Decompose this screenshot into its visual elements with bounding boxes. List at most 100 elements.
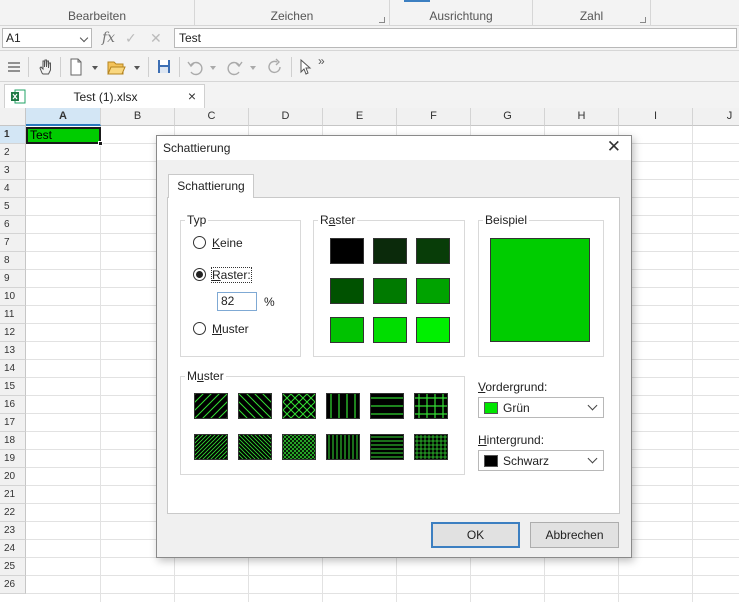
raster-percent-input[interactable]: 82 [217,292,257,311]
row-header[interactable]: 19 [0,450,26,468]
row-header[interactable]: 18 [0,432,26,450]
foreground-color-select[interactable]: Grün [478,397,604,418]
row-header[interactable]: 2 [0,144,26,162]
chevron-down-icon[interactable] [134,66,140,70]
menu-icon[interactable] [6,57,22,77]
raster-swatch[interactable] [416,238,450,264]
chevron-down-icon[interactable] [587,453,598,464]
column-header[interactable]: H [545,108,619,126]
pattern-swatch[interactable] [194,434,228,460]
raster-swatch[interactable] [373,238,407,264]
cancel-icon[interactable]: ✕ [150,30,162,47]
chevron-down-icon[interactable] [79,33,89,43]
pattern-swatch[interactable] [238,393,272,419]
row-header[interactable]: 11 [0,306,26,324]
formula-input[interactable]: Test [174,28,737,48]
raster-swatch[interactable] [373,317,407,343]
row-header[interactable]: 25 [0,558,26,576]
raster-swatch[interactable] [416,278,450,304]
row-header[interactable]: 1 [0,126,26,144]
pattern-swatch[interactable] [414,434,448,460]
hand-icon[interactable] [36,57,54,77]
select-all-corner[interactable] [0,108,26,126]
pattern-swatch[interactable] [282,434,316,460]
row-header[interactable]: 22 [0,504,26,522]
overflow-chevron-icon[interactable]: » [318,54,325,68]
pattern-swatch[interactable] [238,434,272,460]
cell-a1[interactable]: Test [26,127,103,146]
pattern-swatch[interactable] [282,393,316,419]
close-tab-icon[interactable]: × [188,88,196,104]
radio-raster-label[interactable]: Raster: [211,267,252,283]
save-icon[interactable] [156,57,172,77]
radio-keine[interactable] [193,236,206,249]
radio-keine-label[interactable]: Keine [212,236,243,250]
function-icon[interactable]: fx [102,30,115,46]
pattern-swatch[interactable] [414,393,448,419]
pattern-swatch[interactable] [370,434,404,460]
tab-schattierung[interactable]: Schattierung [168,174,254,198]
accept-icon[interactable]: ✓ [125,30,137,47]
column-header[interactable]: D [249,108,323,126]
row-header[interactable]: 4 [0,180,26,198]
row-header[interactable]: 10 [0,288,26,306]
refresh-icon[interactable] [266,57,284,77]
column-header[interactable]: G [471,108,545,126]
dialog-title-bar[interactable]: Schattierung ✕ [157,136,631,160]
row-header[interactable]: 14 [0,360,26,378]
row-header[interactable]: 21 [0,486,26,504]
dialog-launcher-icon[interactable] [379,17,385,23]
row-header[interactable]: 17 [0,414,26,432]
column-header[interactable]: F [397,108,471,126]
chevron-down-icon[interactable] [587,400,598,411]
column-header[interactable]: I [619,108,693,126]
row-header[interactable]: 9 [0,270,26,288]
row-header[interactable]: 15 [0,378,26,396]
fill-handle[interactable] [98,141,103,146]
pattern-swatch[interactable] [326,434,360,460]
row-header[interactable]: 8 [0,252,26,270]
radio-raster[interactable] [193,268,206,281]
row-header[interactable]: 16 [0,396,26,414]
raster-swatch[interactable] [330,317,364,343]
row-header[interactable]: 26 [0,576,26,594]
column-header[interactable]: B [101,108,175,126]
row-header[interactable]: 7 [0,234,26,252]
pattern-swatch[interactable] [326,393,360,419]
row-header[interactable]: 6 [0,216,26,234]
radio-muster[interactable] [193,322,206,335]
row-header[interactable]: 12 [0,324,26,342]
cancel-button[interactable]: Abbrechen [530,522,619,548]
row-header[interactable]: 23 [0,522,26,540]
pattern-swatch[interactable] [194,393,228,419]
name-box[interactable]: A1 [2,28,92,48]
raster-swatch[interactable] [330,278,364,304]
undo-icon[interactable] [186,57,204,77]
dialog-launcher-icon[interactable] [640,17,646,23]
redo-icon[interactable] [226,57,244,77]
chevron-down-icon[interactable] [250,66,256,70]
row-header[interactable]: 20 [0,468,26,486]
raster-swatch[interactable] [373,278,407,304]
document-tab[interactable]: Test (1).xlsx × [4,84,205,108]
chevron-down-icon[interactable] [210,66,216,70]
column-header[interactable]: E [323,108,397,126]
raster-swatch[interactable] [330,238,364,264]
row-header[interactable]: 5 [0,198,26,216]
background-color-select[interactable]: Schwarz [478,450,604,471]
pattern-swatch[interactable] [370,393,404,419]
column-header[interactable]: A [26,108,101,126]
open-folder-icon[interactable] [106,57,126,77]
select-pointer-icon[interactable] [298,57,312,77]
ok-button[interactable]: OK [431,522,520,548]
chevron-down-icon[interactable] [92,66,98,70]
raster-swatch[interactable] [416,317,450,343]
row-header[interactable]: 13 [0,342,26,360]
column-header[interactable]: J [693,108,739,126]
close-icon[interactable]: ✕ [607,137,621,157]
radio-muster-label[interactable]: Muster [212,322,249,336]
row-header[interactable]: 24 [0,540,26,558]
new-document-icon[interactable] [68,57,84,77]
column-header[interactable]: C [175,108,249,126]
row-header[interactable]: 3 [0,162,26,180]
